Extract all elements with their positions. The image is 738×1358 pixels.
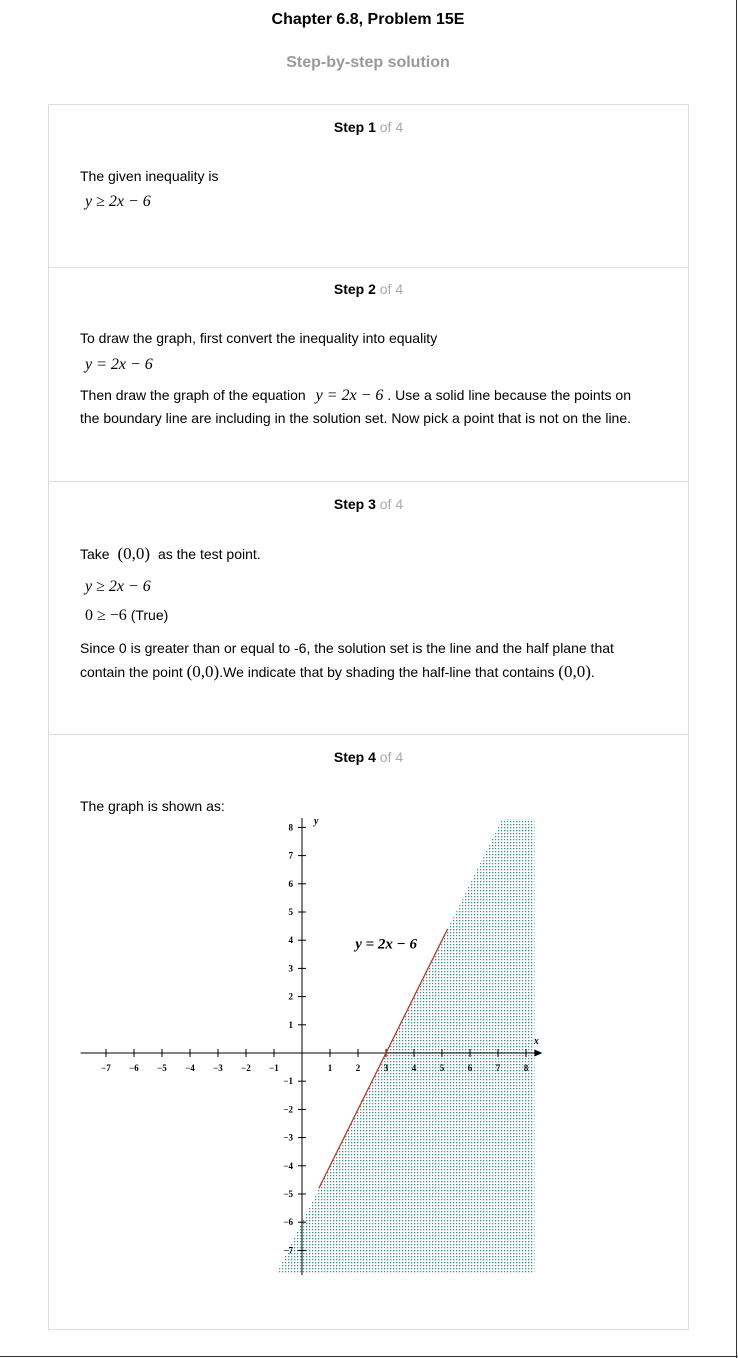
y-tick-label: 3 bbox=[289, 963, 294, 973]
x-tick-label: −3 bbox=[213, 1063, 223, 1073]
step-1: Step 1 of 4 The given inequality is y ≥ … bbox=[49, 105, 688, 268]
step-3-text-1: Take (0,0) as the test point. bbox=[80, 542, 660, 566]
x-tick-label: 2 bbox=[356, 1063, 361, 1073]
y-tick-label: −3 bbox=[283, 1133, 293, 1143]
inequality-graph: −7 −6 −5 −4 −3 −2 −1 1 2 3 4 5 6 7 8 −7 −6 −5 −4 −3 −2 −1 1 2 3 4… bbox=[80, 818, 543, 1275]
y-tick-label: 1 bbox=[289, 1020, 294, 1030]
step-2-text-2: Then draw the graph of the equation y = … bbox=[80, 384, 660, 407]
x-tick-label: −7 bbox=[101, 1063, 111, 1073]
page-subtitle: Step-by-step solution bbox=[286, 54, 450, 71]
x-tick-label: 7 bbox=[496, 1063, 501, 1073]
y-tick-label: −5 bbox=[283, 1189, 293, 1199]
x-tick-label: −2 bbox=[241, 1063, 251, 1073]
y-tick-label: −6 bbox=[283, 1217, 293, 1227]
step-3-text-3c: . bbox=[590, 664, 595, 680]
y-tick-label: −7 bbox=[283, 1245, 293, 1255]
step-3-text-1b: as the test point. bbox=[157, 546, 261, 562]
step-2-equation: y = 2x − 6 bbox=[85, 356, 153, 373]
x-tick-label: −6 bbox=[129, 1063, 139, 1073]
step-label: Step 4 bbox=[333, 749, 376, 765]
step-4-header: Step 4 of 4 bbox=[49, 749, 688, 765]
step-2-header: Step 2 of 4 bbox=[49, 281, 688, 297]
step-3-text-3a: contain the point bbox=[80, 664, 183, 680]
y-tick-label: −4 bbox=[283, 1161, 293, 1171]
step-of: of 4 bbox=[375, 281, 404, 297]
step-of: of 4 bbox=[375, 496, 404, 512]
y-tick-label: −2 bbox=[283, 1104, 293, 1114]
y-tick-label: 2 bbox=[289, 992, 294, 1002]
x-tick-label: 5 bbox=[440, 1063, 445, 1073]
step-of: of 4 bbox=[375, 119, 404, 135]
step-3-equation-2-value: 0 ≥ −6 bbox=[85, 607, 127, 624]
y-tick-label: 7 bbox=[289, 851, 294, 861]
y-tick-label: 6 bbox=[289, 879, 294, 889]
step-label: Step 1 bbox=[333, 119, 376, 135]
step-4-text: The graph is shown as: bbox=[80, 798, 225, 814]
page-frame-bottom bbox=[0, 1356, 738, 1357]
x-axis-arrow bbox=[534, 1049, 543, 1057]
equation-label: y = 2x − 6 bbox=[353, 937, 417, 953]
x-tick-label: 8 bbox=[524, 1063, 529, 1073]
y-tick-label: 4 bbox=[289, 935, 294, 945]
step-2: Step 2 of 4 To draw the graph, first con… bbox=[49, 267, 688, 482]
step-2-inline-equation: y = 2x − 6 bbox=[315, 387, 384, 404]
x-tick-label: −1 bbox=[269, 1063, 279, 1073]
page-title: Chapter 6.8, Problem 15E bbox=[271, 11, 465, 28]
step-3-equation-2: 0 ≥ −6 (True) bbox=[85, 607, 168, 625]
step-1-text: The given inequality is bbox=[80, 168, 219, 184]
x-axis-label: x bbox=[533, 1036, 539, 1047]
x-tick-label: −5 bbox=[157, 1063, 167, 1073]
test-point: (0,0) bbox=[186, 662, 220, 681]
step-label: Step 3 bbox=[333, 496, 376, 512]
step-3-text-2: Since 0 is greater than or equal to -6, … bbox=[80, 640, 614, 656]
x-tick-label: 6 bbox=[468, 1063, 473, 1073]
y-tick-label: −1 bbox=[283, 1076, 293, 1086]
step-3-text-3: contain the point (0,0).We indicate that… bbox=[80, 660, 660, 684]
step-of: of 4 bbox=[375, 749, 404, 765]
step-3-header: Step 3 of 4 bbox=[49, 496, 688, 512]
step-label: Step 2 bbox=[333, 281, 376, 297]
step-1-equation: y ≥ 2x − 6 bbox=[85, 193, 151, 210]
step-3-text-3b: .We indicate that by shading the half-li… bbox=[219, 664, 555, 680]
test-point: (0,0) bbox=[117, 544, 151, 563]
x-tick-label: 3 bbox=[384, 1063, 389, 1073]
step-2-text-2a: Then draw the graph of the equation bbox=[80, 387, 306, 403]
step-3: Step 3 of 4 Take (0,0) as the test point… bbox=[49, 482, 688, 735]
test-point: (0,0) bbox=[558, 662, 591, 681]
y-axis-label: y bbox=[313, 818, 319, 827]
step-3-equation-2-note: (True) bbox=[130, 607, 169, 623]
x-tick-label: 1 bbox=[328, 1063, 333, 1073]
step-3-text-1a: Take bbox=[80, 546, 110, 562]
x-tick-label: −4 bbox=[185, 1063, 195, 1073]
page-frame-right bbox=[736, 0, 737, 1358]
y-tick-label: 8 bbox=[289, 822, 294, 832]
shaded-solution-region bbox=[276, 818, 535, 1273]
step-2-text-2b: . Use a solid line because the points on bbox=[387, 387, 632, 403]
step-3-equation-1: y ≥ 2x − 6 bbox=[85, 578, 151, 595]
step-2-text-1: To draw the graph, first convert the ine… bbox=[80, 330, 438, 346]
step-1-header: Step 1 of 4 bbox=[49, 119, 688, 135]
x-tick-label: 4 bbox=[412, 1063, 417, 1073]
y-tick-label: 5 bbox=[289, 907, 294, 917]
step-2-text-3: the boundary line are including in the s… bbox=[80, 410, 632, 426]
